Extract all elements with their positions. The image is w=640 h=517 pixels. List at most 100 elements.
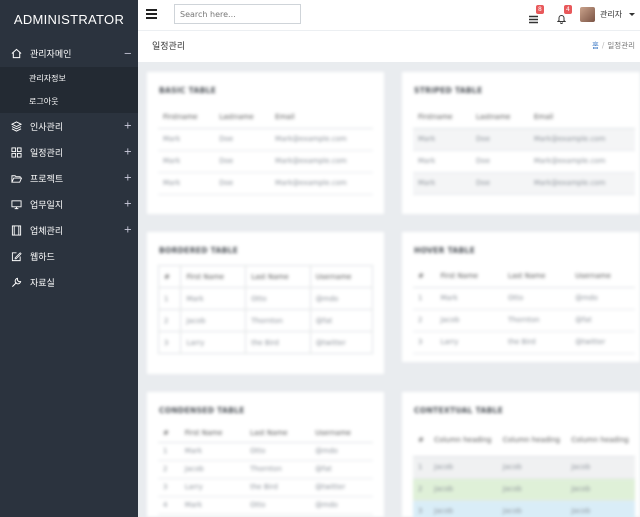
sidebar-item-webhard[interactable]: 웹하드 <box>0 243 138 269</box>
table-row: Mark Doe Mark@example.com <box>413 172 635 195</box>
submenu-item-logout[interactable]: 로그아웃 <box>0 90 138 113</box>
sidebar-item-schedule[interactable]: 일정관리 + <box>0 139 138 165</box>
sidebar-item-label: 업무일지 <box>30 200 64 211</box>
sidebar-item-label: 프로젝트 <box>30 174 64 185</box>
column-header: Firstname <box>158 106 215 129</box>
layers-icon <box>10 120 22 132</box>
wrench-icon <box>10 276 22 288</box>
table-row: Mark Doe Mark@example.com <box>413 150 635 173</box>
table-row: 2 Jacob Thornton @fat <box>157 309 374 332</box>
column-header: # <box>157 265 182 288</box>
page-title: 일정관리 <box>152 42 186 52</box>
column-header: # <box>413 265 436 288</box>
column-header: Lastname <box>471 106 529 129</box>
table-row[interactable]: 1 Mark Otto @mdo <box>413 287 635 310</box>
panel-title: BASIC TABLE <box>159 86 217 95</box>
breadcrumb: 홈 / 일정관리 <box>591 41 635 50</box>
tasks-button[interactable]: 8 <box>529 5 544 28</box>
sidebar-item-project[interactable]: 프로젝트 + <box>0 165 138 191</box>
table-row: 2 Jacob Jacob Jacob <box>413 478 635 501</box>
striped-table: Firstname Lastname Email Mark Doe Mark@examp… <box>413 106 635 195</box>
breadcrumb-home-link[interactable]: 홈 <box>592 41 599 50</box>
striped-table-panel: STRIPED TABLE Firstname Lastname Email Mar… <box>402 72 640 214</box>
sidebar-item-hr[interactable]: 인사관리 + <box>0 113 138 139</box>
condensed-table-panel: CONDENSED TABLE # First Name Last Name User… <box>147 392 384 517</box>
column-header: Column heading <box>497 424 567 457</box>
table-row: 1 Mark Otto @mdo <box>158 442 373 461</box>
user-name[interactable]: 관리자 <box>600 9 622 20</box>
folder-open-icon <box>10 172 22 184</box>
column-header: Email <box>528 106 635 129</box>
panel-title: BORDERED TABLE <box>159 246 239 255</box>
column-header: Last Name <box>245 424 311 443</box>
panel-title: STRIPED TABLE <box>414 86 483 95</box>
notifications-badge: 4 <box>564 5 572 14</box>
notifications-button[interactable]: 4 <box>556 5 572 28</box>
column-header: First Name <box>180 265 247 288</box>
sidebar-item-admin-main[interactable]: 관리자메인 − <box>0 40 138 67</box>
menu-toggle-icon[interactable] <box>146 9 157 19</box>
contextual-table: # Column heading Column heading Column head… <box>413 424 635 517</box>
column-header: # <box>158 424 180 443</box>
column-header: Lastname <box>214 106 271 129</box>
table-row: 3 Jacob Jacob Jacob <box>413 500 635 517</box>
bordered-table: # First Name Last Name Username 1 Mark Otto @m… <box>157 265 374 354</box>
submenu-item-admin-info[interactable]: 관리자정보 <box>0 67 138 90</box>
column-header: Last Name <box>245 265 311 288</box>
hover-table: # First Name Last Name Username 1 Mark Otto @m… <box>413 265 635 354</box>
column-header: Username <box>309 265 374 288</box>
table-row: Mark Doe Mark@example.com <box>158 150 373 173</box>
table-row[interactable]: 3 Larry the Bird @twitter <box>413 331 635 354</box>
table-row: Mark Doe Mark@example.com <box>158 172 373 195</box>
home-icon <box>10 48 22 60</box>
panel-title: HOVER TABLE <box>414 246 476 255</box>
table-row[interactable]: 2 Jacob Thornton @fat <box>413 309 635 332</box>
sidebar-item-label: 업체관리 <box>30 226 64 237</box>
sidebar-item-archive[interactable]: 자료실 <box>0 269 138 295</box>
tasks-badge: 8 <box>536 5 544 14</box>
table-row: 3 Larry the Bird @twitter <box>157 331 374 354</box>
sidebar-item-label: 인사관리 <box>30 122 64 133</box>
condensed-table: # First Name Last Name Username 1 Mark Otto @m… <box>158 424 373 515</box>
column-header: First Name <box>435 265 503 288</box>
column-header: Last Name <box>502 265 571 288</box>
sidebar-item-label: 관리자메인 <box>30 50 72 60</box>
table-row: 4 Mark Otto @mdo <box>158 496 373 515</box>
panel-title: CONDENSED TABLE <box>159 406 245 415</box>
brand-title[interactable]: ADMINISTRATOR <box>0 0 138 40</box>
column-header: Firstname <box>413 106 472 129</box>
topbar: 8 4 관리자 <box>138 0 640 31</box>
avatar[interactable] <box>580 7 595 22</box>
list-icon <box>529 15 538 24</box>
bell-icon <box>556 15 567 24</box>
grid-icon <box>10 146 22 158</box>
collapse-icon: − <box>123 48 132 59</box>
hover-table-panel: HOVER TABLE # First Name Last Name Username… <box>402 232 640 362</box>
table-row: 3 Larry the Bird @twitter <box>158 478 373 497</box>
sidebar-item-label: 자료실 <box>30 278 55 289</box>
expand-icon: + <box>123 172 132 184</box>
expand-icon: + <box>123 120 132 132</box>
column-header: Email <box>270 106 373 129</box>
panel-title: CONTEXTUAL TABLE <box>414 406 504 415</box>
caret-down-icon[interactable] <box>629 13 635 16</box>
edit-icon <box>10 250 22 262</box>
sidebar-item-vendors[interactable]: 업체관리 + <box>0 217 138 243</box>
sidebar-item-label: 일정관리 <box>30 148 64 159</box>
table-row: Mark Doe Mark@example.com <box>413 128 635 151</box>
column-header: Column heading <box>566 424 635 457</box>
column-header: First Name <box>179 424 246 443</box>
contextual-table-panel: CONTEXTUAL TABLE # Column heading Column h… <box>402 392 640 517</box>
submenu: 관리자정보 로그아웃 <box>0 67 138 113</box>
search-input[interactable] <box>174 4 301 24</box>
breadcrumb-current: 일정관리 <box>607 41 635 50</box>
basic-table-panel: BASIC TABLE Firstname Lastname Email Mark D… <box>147 72 384 214</box>
expand-icon: + <box>123 224 132 236</box>
column-header: # <box>413 424 430 457</box>
page-header: 일정관리 홈 / 일정관리 <box>138 31 640 62</box>
basic-table: Firstname Lastname Email Mark Doe Mark@examp… <box>158 106 373 195</box>
table-row: Mark Doe Mark@example.com <box>158 128 373 151</box>
sidebar-item-work-log[interactable]: 업무일지 + <box>0 191 138 217</box>
monitor-icon <box>10 198 22 210</box>
sidebar-item-label: 웹하드 <box>30 252 55 263</box>
